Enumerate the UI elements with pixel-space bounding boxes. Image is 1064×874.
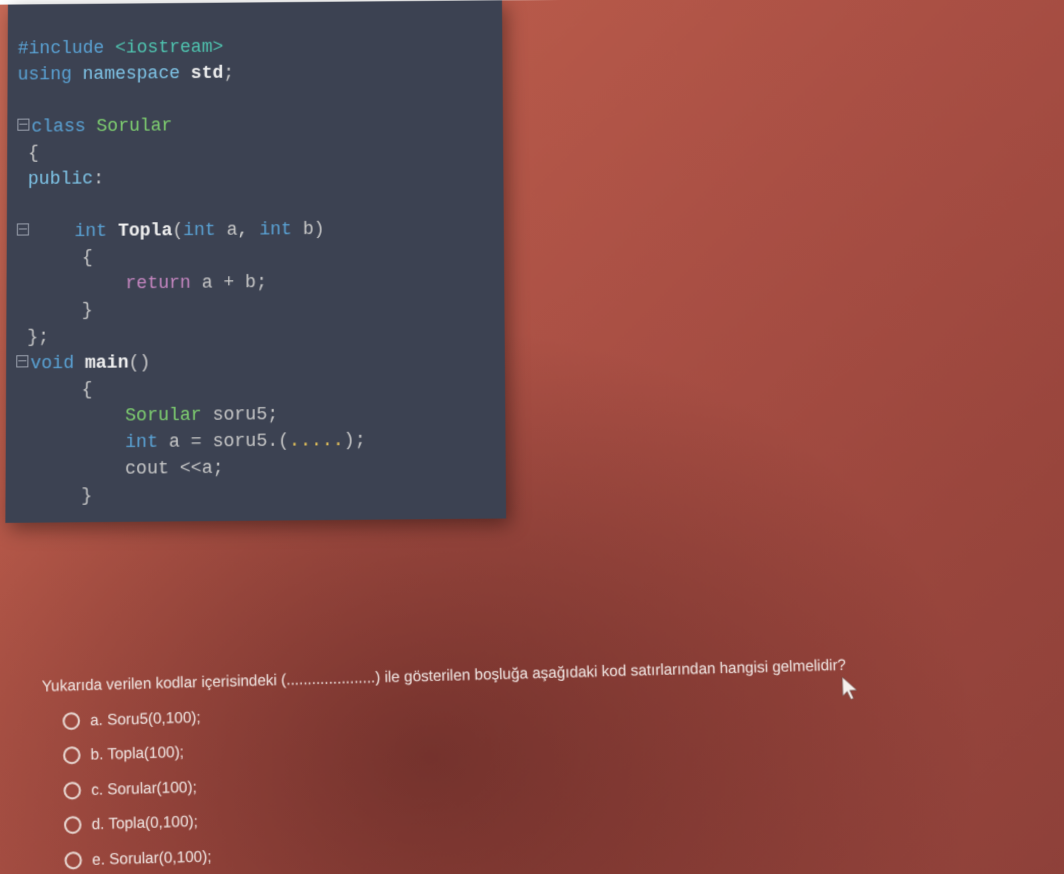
radio-icon[interactable]: [63, 712, 81, 730]
option-label: b. Topla(100);: [90, 739, 184, 768]
code-token: int: [125, 432, 169, 453]
code-token: }: [81, 486, 92, 507]
code-token: int: [74, 222, 118, 243]
code-token: <<a;: [180, 458, 224, 479]
code-token: .....: [289, 431, 344, 452]
cursor-icon: [841, 676, 860, 701]
code-block: #include <iostream> using namespace std;…: [5, 0, 506, 523]
code-token: b: [303, 220, 314, 240]
code-token: a = soru5.(: [169, 431, 289, 452]
code-token: (: [172, 221, 183, 241]
code-token: (): [129, 353, 151, 374]
fold-toggle-icon[interactable]: [17, 224, 29, 236]
code-token: cout: [125, 459, 180, 480]
code-token: std: [191, 64, 223, 84]
code-token: {: [82, 248, 93, 268]
code-token: #include: [18, 39, 115, 60]
code-token: namespace: [83, 64, 191, 85]
code-token: int: [183, 221, 226, 242]
code-token: Sorular: [96, 116, 172, 137]
code-token: soru5: [213, 405, 268, 426]
code-token: ): [314, 220, 325, 240]
code-token: Topla: [118, 221, 172, 242]
code-token: main: [85, 353, 129, 374]
radio-icon[interactable]: [63, 747, 81, 765]
code-token: int: [259, 220, 303, 241]
code-token: public: [17, 169, 93, 190]
code-token: a + b;: [202, 273, 267, 294]
option-label: c. Sorular(100);: [91, 774, 197, 803]
question-area: Yukarıda verilen kodlar içerisindeki (..…: [42, 647, 1064, 874]
radio-icon[interactable]: [64, 816, 82, 834]
fold-toggle-icon[interactable]: [16, 355, 28, 367]
code-token: using: [18, 65, 83, 86]
code-token: Sorular: [125, 405, 212, 426]
code-token: ;: [267, 405, 278, 426]
code-token: };: [16, 328, 49, 349]
fold-toggle-icon[interactable]: [17, 119, 29, 131]
code-token: }: [82, 301, 93, 321]
radio-icon[interactable]: [64, 851, 82, 869]
option-label: d. Topla(0,100);: [91, 809, 198, 838]
code-token: <iostream>: [115, 38, 223, 59]
option-label: a. Soru5(0,100);: [90, 704, 201, 733]
code-token: ,: [238, 220, 260, 240]
code-token: :: [93, 169, 104, 189]
code-token: void: [30, 354, 85, 375]
code-token: ;: [223, 64, 234, 84]
code-token: {: [82, 380, 93, 400]
option-label: e. Sorular(0,100);: [92, 843, 212, 873]
code-token: return: [125, 273, 201, 294]
code-token: {: [17, 144, 39, 164]
code-token: class: [31, 117, 96, 138]
code-token: );: [344, 431, 366, 452]
code-token: a: [227, 221, 238, 241]
radio-icon[interactable]: [63, 781, 81, 799]
